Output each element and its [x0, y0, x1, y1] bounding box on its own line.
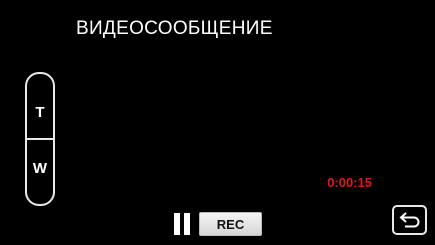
- pause-icon: [174, 213, 190, 235]
- return-arrow-icon: [399, 212, 419, 228]
- recording-timecode: 0:00:15: [327, 175, 372, 190]
- rec-button[interactable]: REC: [199, 212, 262, 236]
- zoom-tele-button[interactable]: T: [27, 82, 53, 142]
- zoom-control: T W: [25, 72, 55, 206]
- zoom-wide-button[interactable]: W: [27, 138, 53, 198]
- back-button[interactable]: [392, 205, 427, 235]
- screen-title: ВИДЕОСООБЩЕНИЕ: [76, 18, 273, 39]
